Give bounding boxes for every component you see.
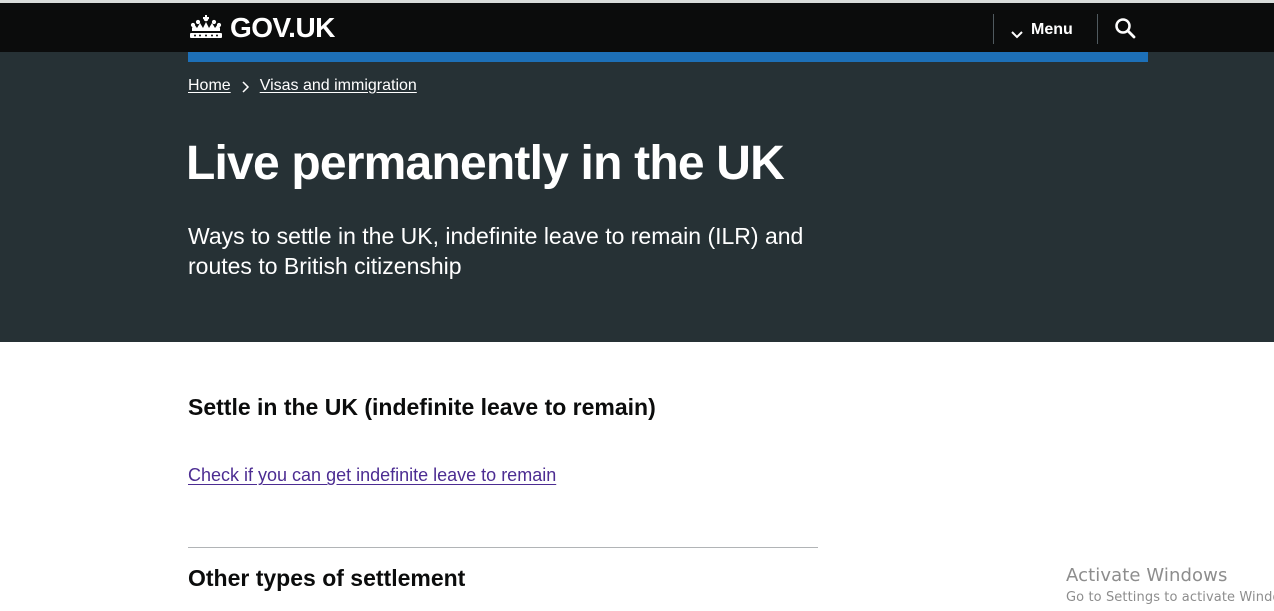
- header-accent-bar: [188, 52, 1148, 62]
- crown-icon: [188, 15, 224, 41]
- site-header: GOV.UK Menu: [0, 0, 1274, 52]
- section-divider: [188, 547, 818, 548]
- search-button[interactable]: [1110, 14, 1140, 44]
- watermark-subtitle: Go to Settings to activate Windows.: [1066, 590, 1274, 605]
- govuk-logo-text: GOV.UK: [230, 12, 335, 43]
- govuk-logo-link[interactable]: GOV.UK: [188, 11, 335, 45]
- section-heading-other-settlement: Other types of settlement: [188, 565, 466, 591]
- page: GOV.UK Menu Home Visas and immigration L…: [0, 0, 1274, 611]
- chevron-down-icon: [1011, 26, 1023, 39]
- search-icon: [1114, 17, 1136, 42]
- breadcrumb: Home Visas and immigration: [188, 77, 417, 95]
- hero-banner: Home Visas and immigration Live permanen…: [0, 52, 1274, 342]
- menu-button[interactable]: Menu: [1011, 15, 1073, 45]
- breadcrumb-visas-and-immigration[interactable]: Visas and immigration: [260, 77, 417, 95]
- windows-activation-watermark: Activate Windows Go to Settings to activ…: [1066, 564, 1274, 608]
- section-heading-settle: Settle in the UK (indefinite leave to re…: [188, 394, 656, 420]
- breadcrumb-home[interactable]: Home: [188, 77, 231, 95]
- chevron-right-icon: [241, 80, 250, 93]
- check-indefinite-leave-link[interactable]: Check if you can get indefinite leave to…: [188, 463, 556, 487]
- header-divider: [993, 14, 994, 44]
- watermark-title: Activate Windows: [1066, 565, 1228, 586]
- page-subtitle: Ways to settle in the UK, indefinite lea…: [188, 223, 804, 279]
- page-title: Live permanently in the UK: [186, 137, 785, 190]
- menu-label: Menu: [1031, 21, 1073, 38]
- header-divider: [1097, 14, 1098, 44]
